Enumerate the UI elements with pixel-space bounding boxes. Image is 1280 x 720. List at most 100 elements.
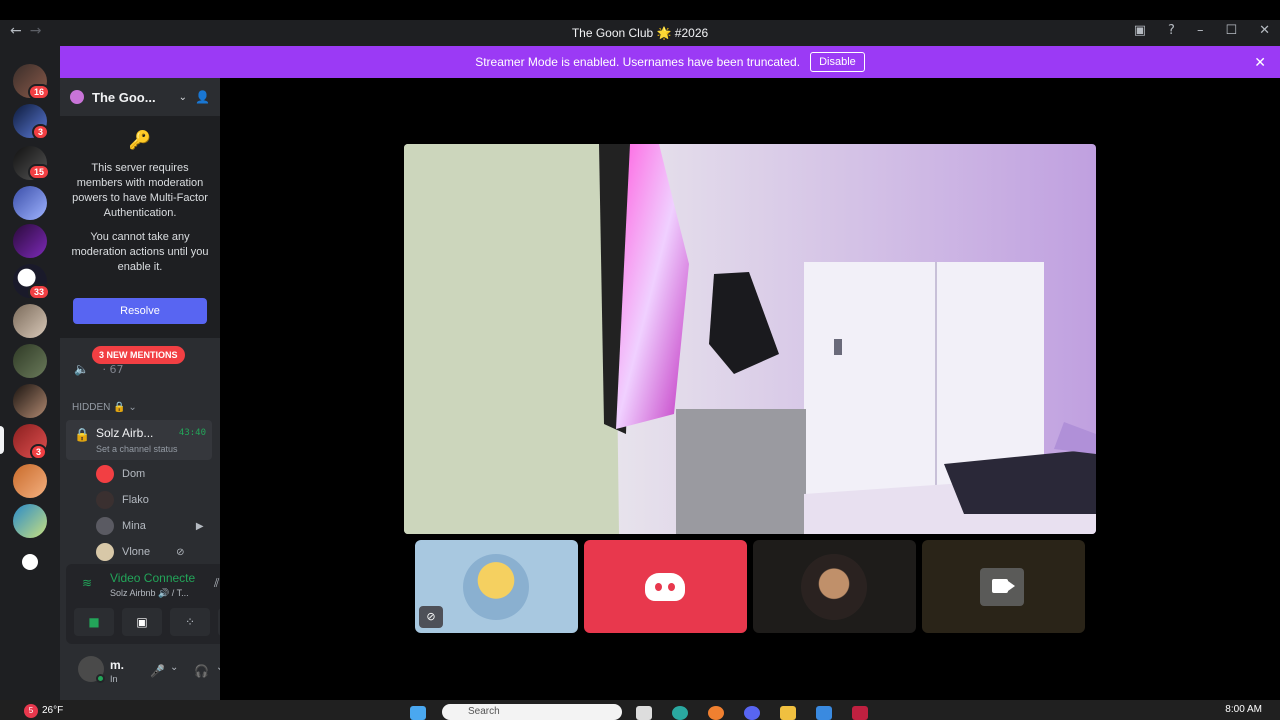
- video-stage: ⊘: [220, 78, 1280, 700]
- discord-window: ← → The Goon Club 🌟 #2026 ▣ ? – ☐ ✕ 16 3…: [0, 0, 1280, 720]
- participant-tile[interactable]: [922, 540, 1085, 633]
- invite-user-icon[interactable]: 👤: [195, 90, 210, 104]
- help-icon[interactable]: ?: [1168, 23, 1175, 38]
- system-clock[interactable]: 8:00 AM: [1225, 704, 1262, 715]
- server-icon[interactable]: [13, 344, 47, 378]
- eye-left: [655, 583, 662, 591]
- microphone-icon[interactable]: 🎤: [150, 664, 165, 678]
- eye-right: [668, 583, 675, 591]
- voice-member[interactable]: Flako: [96, 490, 149, 510]
- windows-start-icon[interactable]: [410, 706, 426, 720]
- user-state: In: [110, 674, 118, 684]
- noise-suppression-icon[interactable]: ⫽: [214, 576, 219, 591]
- headphones-icon[interactable]: 🎧: [194, 664, 209, 678]
- channel-count: · 67: [102, 363, 124, 376]
- key-icon: 🔑: [128, 130, 152, 151]
- member-name: Mina: [122, 520, 146, 532]
- chevron-down-icon[interactable]: ⌄: [170, 662, 178, 673]
- category-hidden[interactable]: HIDDEN 🔒 ⌄: [72, 402, 137, 413]
- store-icon[interactable]: [816, 706, 832, 720]
- title-bar: ← → The Goon Club 🌟 #2026 ▣ ? – ☐ ✕: [0, 20, 1280, 46]
- taskbar-search[interactable]: Search: [442, 704, 622, 720]
- activities-button[interactable]: ⁘: [170, 608, 210, 636]
- taskview-icon[interactable]: [636, 706, 652, 720]
- lock-icon: 🔒: [74, 428, 91, 443]
- firefox-icon[interactable]: [708, 706, 724, 720]
- main-video-feed[interactable]: [404, 144, 1096, 534]
- avatar: [96, 517, 114, 535]
- screen-share-icon: ▣: [136, 615, 148, 629]
- inbox-icon[interactable]: ▣: [1134, 23, 1146, 38]
- discord-taskbar-icon[interactable]: [744, 706, 760, 720]
- connection-channel[interactable]: Solz Airbnb 🔊 / T...: [110, 588, 189, 599]
- unread-badge: 16: [28, 84, 51, 100]
- server-name: The Goo...: [92, 89, 156, 105]
- minimize-icon[interactable]: –: [1197, 23, 1204, 38]
- video-icon: ▶: [195, 520, 204, 532]
- video-glyph-lens: [1008, 581, 1015, 591]
- voice-channel-name: Solz Airb...: [96, 426, 154, 440]
- participant-tile[interactable]: [584, 540, 747, 633]
- server-icon[interactable]: [13, 186, 47, 220]
- resolve-button[interactable]: Resolve: [73, 298, 207, 324]
- server-header[interactable]: The Goo... ⌄ 👤: [60, 78, 220, 116]
- screen-share-button[interactable]: ▣: [122, 608, 162, 636]
- banner-text: Streamer Mode is enabled. Usernames have…: [475, 55, 801, 69]
- participant-tile[interactable]: ⊘: [415, 540, 578, 633]
- voice-channel-active[interactable]: 🔒 Solz Airb... 43:40 Set a channel statu…: [66, 420, 212, 460]
- camera-button[interactable]: ■: [74, 608, 114, 636]
- username[interactable]: m.: [110, 658, 124, 672]
- close-window-icon[interactable]: ✕: [1259, 23, 1270, 38]
- connection-status[interactable]: Video Connecte: [110, 571, 195, 585]
- window-controls: ▣ ? – ☐ ✕: [1134, 23, 1270, 38]
- speaker-icon: 🔈: [74, 362, 89, 376]
- avatar: [96, 465, 114, 483]
- edge-browser-icon[interactable]: [672, 706, 688, 720]
- server-icon[interactable]: [13, 304, 47, 338]
- selected-indicator: [0, 426, 4, 454]
- streamer-mode-banner: Streamer Mode is enabled. Usernames have…: [60, 46, 1280, 78]
- avatar: [463, 554, 529, 620]
- avatar: [96, 491, 114, 509]
- unread-badge: 3: [32, 124, 50, 140]
- camera-icon: [980, 568, 1024, 606]
- camera-off-icon: ⊘: [419, 606, 443, 628]
- server-icon[interactable]: [13, 384, 47, 418]
- file-explorer-icon[interactable]: [780, 706, 796, 720]
- chevron-down-icon: ⌄: [128, 402, 137, 413]
- avatar: [96, 543, 114, 561]
- participant-tile[interactable]: [753, 540, 916, 633]
- member-name: Vlone: [122, 546, 151, 558]
- server-icon[interactable]: [13, 224, 47, 258]
- member-name: Flako: [122, 494, 149, 506]
- video-glyph: [992, 579, 1008, 593]
- channel-status[interactable]: Set a channel status: [96, 444, 178, 454]
- unread-badge: 3: [30, 444, 48, 460]
- voice-member[interactable]: Mina ▶: [96, 516, 204, 536]
- signal-icon: ≋: [82, 576, 93, 590]
- close-icon[interactable]: ✕: [1254, 54, 1266, 71]
- window-title: The Goon Club 🌟 #2026: [571, 26, 709, 40]
- webcam-room-image: [404, 144, 1096, 534]
- avatar: [801, 554, 867, 620]
- server-badge-icon: [70, 90, 84, 104]
- app-icon[interactable]: [852, 706, 868, 720]
- voice-member[interactable]: Vlone ⊘: [96, 542, 185, 562]
- voice-channel-row[interactable]: 🔈 · 67: [74, 362, 123, 376]
- muted-icon: ⊘: [176, 546, 185, 558]
- server-icon[interactable]: [13, 464, 47, 498]
- camera-icon: ■: [88, 615, 100, 629]
- category-label: HIDDEN 🔒: [72, 402, 126, 413]
- add-server-icon[interactable]: [22, 554, 38, 570]
- channel-sidebar: The Goo... ⌄ 👤 🔑 This server requires me…: [60, 78, 274, 700]
- maximize-icon[interactable]: ☐: [1225, 23, 1237, 38]
- mfa-text: This server requires members with modera…: [72, 162, 208, 219]
- weather-icon[interactable]: 5: [24, 704, 38, 718]
- disable-streamer-button[interactable]: Disable: [810, 52, 865, 72]
- chevron-down-icon: ⌄: [178, 91, 188, 103]
- server-icon[interactable]: [13, 504, 47, 538]
- discord-logo-icon: [645, 573, 685, 601]
- voice-member[interactable]: Dom: [96, 464, 145, 484]
- weather-temperature[interactable]: 26°F: [42, 705, 63, 716]
- call-timer: 43:40: [178, 428, 206, 438]
